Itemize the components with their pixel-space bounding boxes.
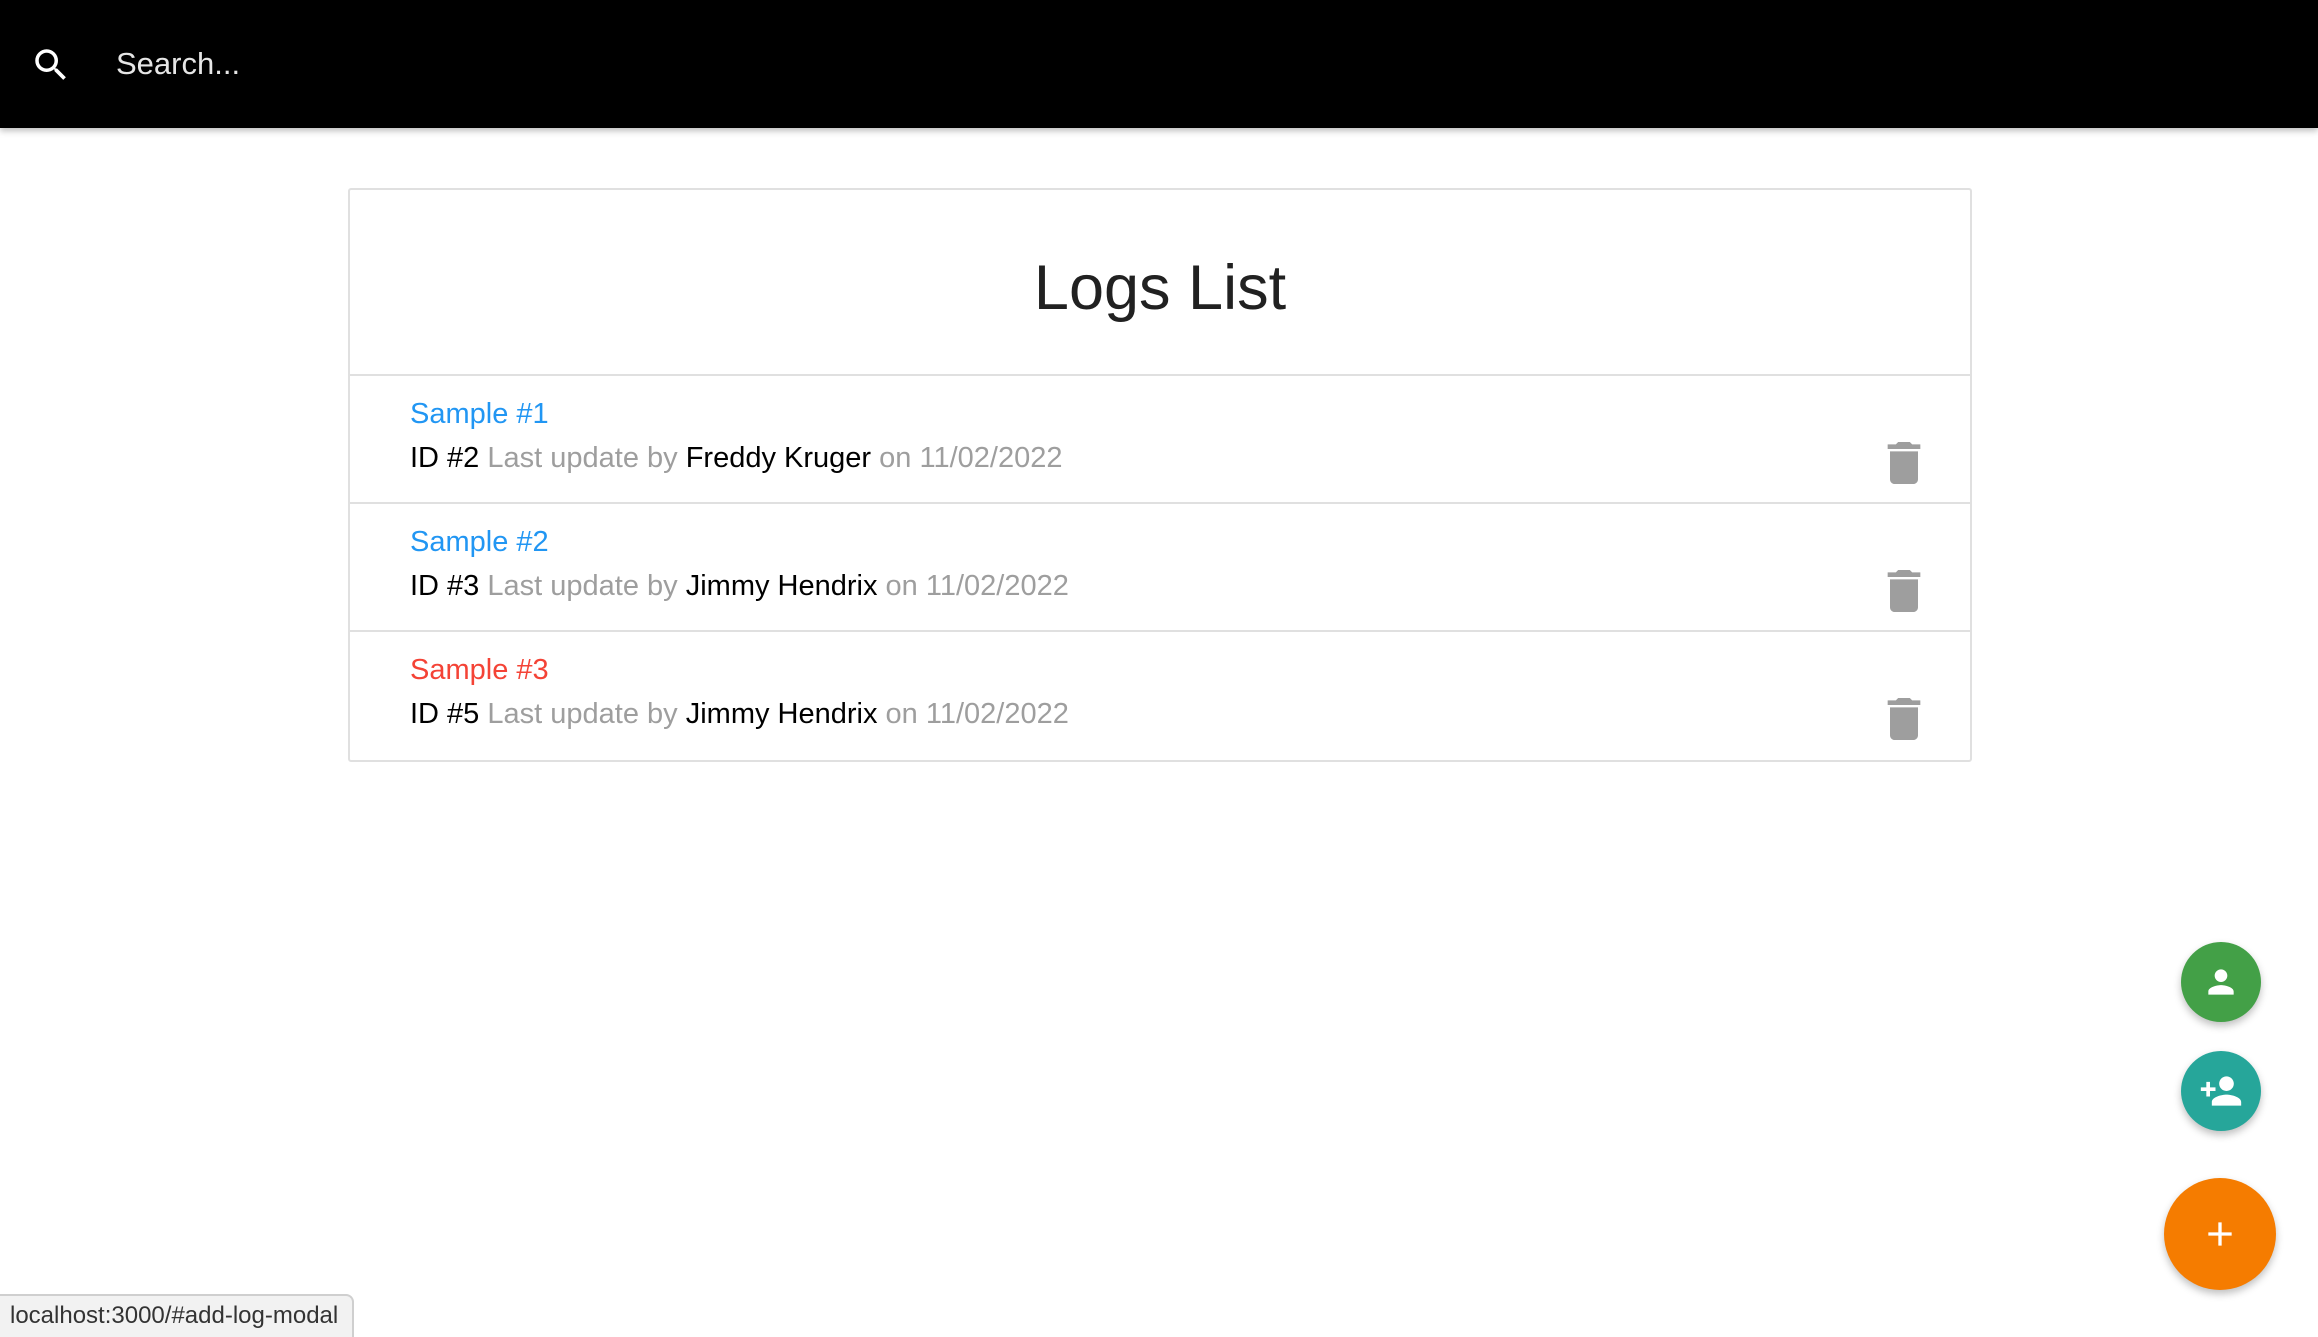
last-update-label: Last update by xyxy=(487,442,678,474)
status-bar-url: localhost:3000/#add-log-modal xyxy=(0,1294,355,1337)
log-id: ID #3 xyxy=(410,570,480,602)
log-meta: ID #5 Last update by Jimmy Hendrix on 11… xyxy=(410,698,1069,731)
log-title-link[interactable]: Sample #1 xyxy=(410,398,549,431)
add-tech-button[interactable] xyxy=(2181,1051,2261,1131)
log-tech: Jimmy Hendrix xyxy=(685,570,878,602)
log-item: Sample #3 ID #5 Last update by Jimmy Hen… xyxy=(350,632,1970,760)
person-icon xyxy=(2208,969,2234,995)
log-item: Sample #2 ID #3 Last update by Jimmy Hen… xyxy=(350,504,1970,632)
logs-list: Logs List Sample #1 ID #2 Last update by… xyxy=(348,188,1972,762)
on-label: on xyxy=(879,442,912,474)
person-add-icon xyxy=(2200,1076,2242,1106)
last-update-label: Last update by xyxy=(487,570,678,602)
on-label: on xyxy=(885,570,918,602)
add-log-button[interactable] xyxy=(2164,1178,2276,1290)
delete-icon[interactable] xyxy=(1886,442,1922,484)
search-bar xyxy=(0,0,2318,128)
log-date: 11/02/2022 xyxy=(925,698,1069,730)
log-tech: Jimmy Hendrix xyxy=(685,698,878,730)
log-meta: ID #2 Last update by Freddy Kruger on 11… xyxy=(410,442,1062,475)
add-icon xyxy=(2208,1222,2232,1246)
log-meta: ID #3 Last update by Jimmy Hendrix on 11… xyxy=(410,570,1069,603)
log-id: ID #5 xyxy=(410,698,480,730)
last-update-label: Last update by xyxy=(487,698,678,730)
log-date: 11/02/2022 xyxy=(919,442,1063,474)
page-title: Logs List xyxy=(1033,253,1287,323)
log-id: ID #2 xyxy=(410,442,480,474)
log-date: 11/02/2022 xyxy=(925,570,1069,602)
log-title-link[interactable]: Sample #3 xyxy=(410,654,549,687)
on-label: on xyxy=(885,698,918,730)
search-input[interactable] xyxy=(116,34,1916,94)
search-icon[interactable] xyxy=(30,44,72,86)
delete-icon[interactable] xyxy=(1886,698,1922,740)
log-title-link[interactable]: Sample #2 xyxy=(410,526,549,559)
users-list-button[interactable] xyxy=(2181,942,2261,1022)
log-tech: Freddy Kruger xyxy=(685,442,872,474)
delete-icon[interactable] xyxy=(1886,570,1922,612)
logs-list-header: Logs List xyxy=(350,190,1970,376)
log-item: Sample #1 ID #2 Last update by Freddy Kr… xyxy=(350,376,1970,504)
